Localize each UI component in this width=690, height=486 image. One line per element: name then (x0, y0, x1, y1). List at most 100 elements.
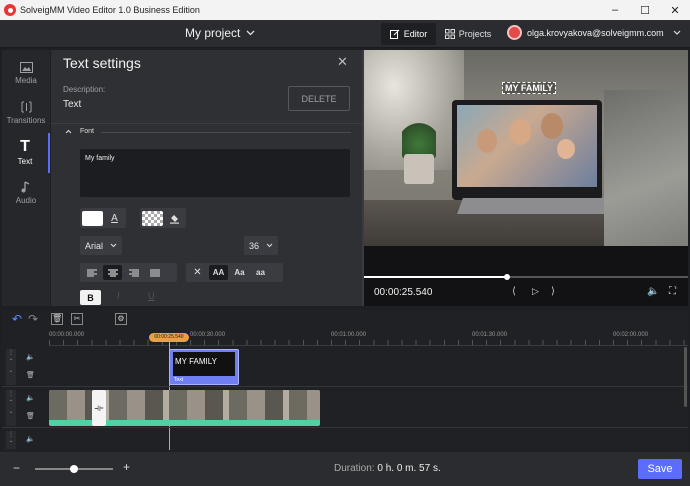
volume-icon[interactable]: 🔈 (647, 286, 659, 297)
progress-handle[interactable] (503, 274, 510, 280)
editor-icon (389, 29, 400, 39)
sidebar-item-label: Text (17, 157, 33, 166)
font-section-toggle[interactable]: Font (65, 128, 94, 135)
preview-text-overlay[interactable]: MY FAMILY (502, 82, 557, 94)
text-icon: T (20, 138, 30, 155)
save-button[interactable]: Save (638, 459, 682, 479)
zoom-slider-handle[interactable] (70, 465, 78, 473)
ruler-tick-label: 00:00:30.000 (190, 332, 226, 338)
delete-button[interactable]: DELETE (288, 86, 350, 111)
text-case-group: ✕ AA Aa aa (186, 263, 283, 282)
text-clip-title: MY FAMILY (175, 357, 217, 366)
trash-icon[interactable]: 🗑 (26, 412, 35, 420)
timeline-ruler[interactable]: 00:00:00.000 00:00:30.000 00:01:00.000 0… (49, 330, 688, 346)
align-center-icon[interactable] (103, 265, 122, 280)
volume-icon[interactable]: 🔈 (26, 435, 35, 443)
app-logo-icon (4, 4, 16, 16)
undo-icon[interactable]: ↶ (12, 312, 22, 326)
panel-splitter[interactable] (362, 50, 364, 306)
track-handle[interactable]: ⋮ ⌃ ⌄ (6, 390, 16, 426)
duration-display: Duration: 0 h. 0 m. 57 s. (334, 463, 441, 474)
bold-button[interactable]: B (80, 290, 101, 305)
sidebar-item-audio[interactable]: Audio (2, 173, 50, 213)
minimize-button[interactable]: – (600, 0, 630, 20)
project-selector[interactable]: My project (185, 26, 255, 40)
prev-frame-icon[interactable]: ⟨ (512, 286, 516, 297)
track-row: ⋮ ⌃ ⌄ 🔈 🗑 ⟛ (2, 388, 688, 428)
transition-marker[interactable]: ⟛ (92, 390, 106, 426)
tab-projects-label: Projects (458, 29, 492, 39)
play-icon[interactable]: ▷ (532, 286, 539, 297)
tab-projects[interactable]: Projects (442, 23, 494, 45)
alignment-group (80, 263, 177, 282)
delete-clip-icon[interactable]: 🗑 (51, 313, 63, 325)
font-size-select[interactable]: 36 (244, 236, 278, 255)
laptop-image (452, 100, 602, 200)
user-menu[interactable]: olga.krovyakova@solveigmm.com (507, 25, 681, 40)
align-justify-icon[interactable] (145, 265, 164, 280)
no-case-icon[interactable]: ✕ (188, 265, 207, 280)
laptop-keyboard-image (457, 198, 613, 214)
text-settings-panel: Text settings ✕ Description: Text DELETE… (51, 50, 362, 306)
underline-button[interactable]: U (148, 291, 155, 301)
text-clip[interactable]: MY FAMILY Text (169, 349, 239, 385)
duration-value: 0 h. 0 m. 57 s. (377, 463, 441, 474)
align-left-icon[interactable] (82, 265, 101, 280)
laptop-screen-image (457, 105, 597, 187)
sidebar-item-transitions[interactable]: Transitions (2, 93, 50, 133)
image-icon (19, 61, 33, 73)
grid-icon (444, 29, 455, 39)
uppercase-button[interactable]: AA (209, 265, 228, 280)
text-color-icon[interactable]: A (105, 211, 124, 226)
avatar (507, 25, 522, 40)
sidebar-item-media[interactable]: Media (2, 53, 50, 93)
preview-timecode: 00:00:25.540 (374, 287, 433, 298)
video-preview: MY FAMILY 00:00:25.540 ⟨ ▷ ⟩ 🔈 ⛶ (364, 50, 688, 306)
redo-icon[interactable]: ↷ (28, 312, 38, 326)
playback-progress[interactable] (364, 274, 688, 280)
close-window-button[interactable]: ✕ (660, 0, 690, 20)
person-image (604, 90, 688, 246)
sidebar-item-text[interactable]: T Text (2, 133, 50, 173)
duration-label: Duration: (334, 463, 375, 474)
fill-bucket-icon[interactable] (165, 211, 184, 226)
window-titlebar: SolveigMM Video Editor 1.0 Business Edit… (0, 0, 690, 20)
timeline-scrollbar[interactable] (684, 347, 687, 407)
maximize-button[interactable]: ☐ (630, 0, 660, 20)
preview-frame: MY FAMILY (364, 50, 688, 246)
titlecase-button[interactable]: Aa (230, 265, 249, 280)
align-right-icon[interactable] (124, 265, 143, 280)
track-handle[interactable]: ⋮ ⌃ (6, 431, 16, 449)
text-color-group: A (80, 208, 126, 228)
volume-icon[interactable]: 🔈 (26, 353, 35, 361)
description-value: Text (63, 99, 82, 110)
user-email: olga.krovyakova@solveigmm.com (527, 27, 664, 38)
ruler-tick-label: 00:02:00.000 (613, 332, 649, 338)
transparent-swatch[interactable] (142, 210, 163, 226)
fullscreen-icon[interactable]: ⛶ (669, 286, 676, 297)
track-handle[interactable]: ⋮ ⌃ ⌄ (6, 349, 16, 385)
project-name: My project (185, 26, 241, 40)
italic-button[interactable]: I (117, 291, 120, 301)
settings-icon[interactable]: ⚙ (115, 313, 127, 325)
trash-icon[interactable]: 🗑 (26, 371, 35, 379)
video-clip[interactable]: ⟛ (49, 390, 320, 426)
playhead-marker[interactable]: 00:00:25.540 (149, 333, 189, 342)
font-family-select[interactable]: Arial (80, 236, 122, 255)
zoom-in-button[interactable]: + (123, 460, 130, 474)
left-sidebar: Media Transitions T Text Audio (2, 50, 50, 306)
split-icon[interactable]: ✂ (71, 313, 83, 325)
text-color-swatch[interactable] (82, 210, 103, 226)
zoom-slider[interactable] (35, 465, 113, 473)
ruler-tick-label: 00:01:30.000 (472, 332, 508, 338)
tab-editor[interactable]: Editor (381, 23, 436, 45)
volume-icon[interactable]: 🔈 (26, 394, 35, 402)
ruler-tick-label: 00:01:00.000 (331, 332, 367, 338)
text-input[interactable]: My family (80, 149, 350, 197)
zoom-out-button[interactable]: − (13, 461, 20, 475)
divider (101, 132, 351, 133)
lowercase-button[interactable]: aa (251, 265, 270, 280)
close-icon[interactable]: ✕ (337, 54, 348, 70)
next-frame-icon[interactable]: ⟩ (551, 286, 555, 297)
background-color-group (140, 208, 186, 228)
